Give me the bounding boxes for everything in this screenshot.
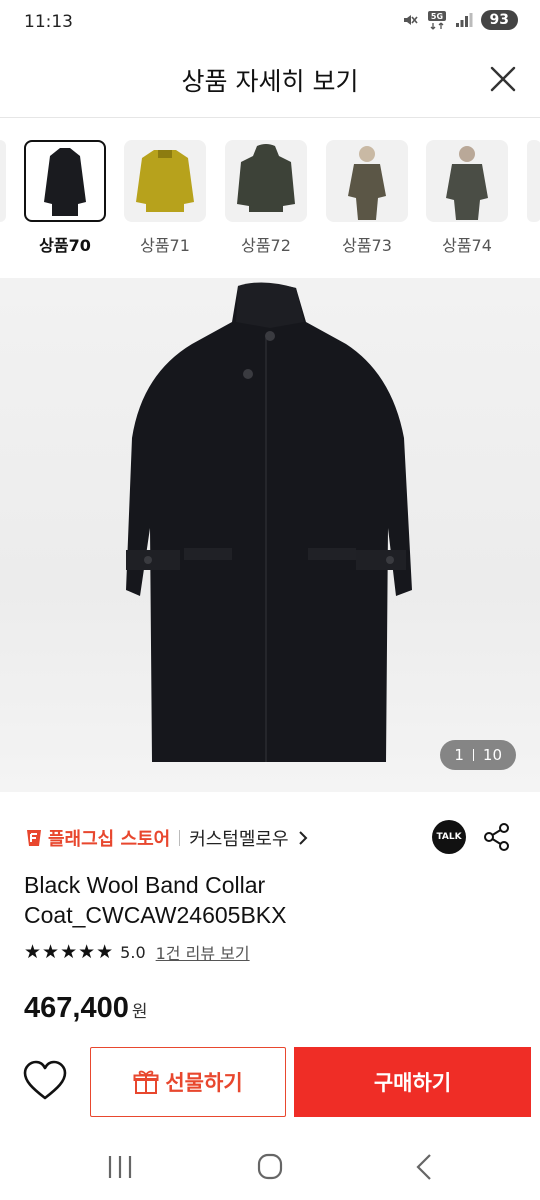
close-icon[interactable]: [486, 62, 520, 96]
coat-thumbnail-icon: [44, 148, 86, 216]
status-bar: 11:13 5G 93: [0, 0, 540, 44]
gift-icon: [133, 1070, 159, 1094]
thumbnail-product-72[interactable]: 상품72: [225, 140, 307, 256]
thumbnail-image: [326, 140, 408, 222]
store-row: 플래그십 스토어 커스텀멜로우 TALK: [24, 818, 516, 858]
store-divider: [179, 830, 181, 846]
battery-indicator: 93: [480, 10, 518, 30]
thumbnail-image: [124, 140, 206, 222]
price-row: 467,400 원: [24, 992, 147, 1025]
thumbnail-label: 상품74: [442, 236, 492, 255]
thumbnail-image: [225, 140, 307, 222]
header-divider: [0, 117, 540, 118]
product-image-carousel[interactable]: 1 10: [0, 278, 540, 792]
action-bar: 선물하기 구매하기: [0, 1045, 540, 1119]
buy-button[interactable]: 구매하기: [294, 1047, 531, 1117]
jacket-thumbnail-icon: [136, 150, 194, 212]
model-thumbnail-icon: [348, 146, 386, 220]
store-name-link[interactable]: 커스텀멜로우: [189, 825, 288, 851]
gift-button[interactable]: 선물하기: [90, 1047, 286, 1117]
share-icon[interactable]: [482, 822, 512, 852]
kakao-talk-button[interactable]: TALK: [432, 820, 466, 854]
thumbnail-product-71[interactable]: 상품71: [124, 140, 206, 256]
buy-button-label: 구매하기: [373, 1071, 452, 1095]
thumbnail-image: [426, 140, 508, 222]
gift-button-label: 선물하기: [165, 1071, 243, 1095]
page-title: 상품 자세히 보기: [181, 67, 359, 96]
counter-divider: [472, 749, 474, 761]
status-icons: 5G 93: [401, 10, 518, 30]
image-counter-current: 1: [454, 746, 464, 764]
thumbnail-label: 상품71: [140, 236, 190, 255]
home-icon[interactable]: [250, 1152, 290, 1182]
rating-value: 5.0: [120, 942, 146, 962]
thumbnail-label: 상품70: [39, 236, 91, 255]
status-time: 11:13: [24, 12, 73, 32]
recent-apps-icon[interactable]: [100, 1152, 140, 1182]
review-link[interactable]: 1건 리뷰 보기: [156, 940, 250, 964]
thumbnail-label: 상품72: [241, 236, 291, 255]
rating-row: ★★★★★ 5.0 1건 리뷰 보기: [24, 940, 250, 964]
signal-icon: [455, 13, 473, 27]
thumbnail-product-74[interactable]: 상품74: [426, 140, 508, 256]
thumbnail-strip[interactable]: 상품70 상품71 상품72 상품73 상품74: [0, 140, 540, 270]
network-5g-icon: 5G: [427, 11, 446, 30]
mute-icon: [403, 15, 418, 25]
flagship-store-badge[interactable]: 플래그십 스토어: [24, 825, 170, 851]
svg-text:5G: 5G: [430, 12, 442, 21]
parka-thumbnail-icon: [237, 144, 295, 212]
model-thumbnail-icon: [446, 146, 488, 220]
product-price: 467,400: [24, 992, 129, 1024]
thumbnail-product-73[interactable]: 상품73: [326, 140, 408, 256]
heart-icon[interactable]: [22, 1059, 68, 1103]
flagship-logo-icon: [27, 830, 41, 846]
star-rating: ★★★★★: [24, 941, 115, 963]
thumbnail-product-70[interactable]: 상품70: [24, 140, 106, 256]
price-currency: 원: [131, 1002, 148, 1022]
talk-label: TALK: [436, 832, 462, 842]
image-counter-total: 10: [482, 746, 502, 764]
back-icon[interactable]: [404, 1152, 444, 1182]
product-title: Black Wool Band Collar Coat_CWCAW24605BK…: [24, 872, 287, 928]
thumbnail-image: [24, 140, 106, 222]
thumbnail-label: 상품73: [342, 236, 392, 255]
system-navigation-bar: [0, 1140, 540, 1200]
thumbnail-partial-right[interactable]: [527, 140, 540, 222]
image-counter: 1 10: [440, 740, 516, 770]
thumbnail-partial-left[interactable]: [0, 140, 6, 222]
chevron-right-icon[interactable]: [297, 830, 309, 846]
header: 상품 자세히 보기: [0, 44, 540, 116]
flagship-store-label: 플래그십 스토어: [48, 829, 171, 850]
coat-image: [126, 282, 412, 762]
